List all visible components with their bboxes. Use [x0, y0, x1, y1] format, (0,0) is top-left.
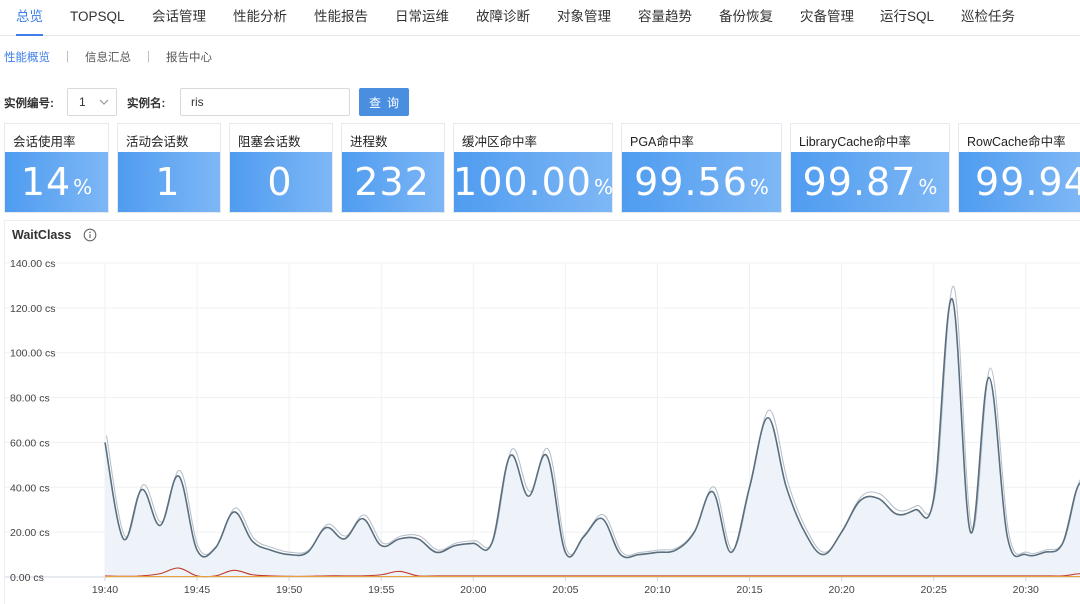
metric-value: 100.00: [454, 160, 592, 204]
y-tick-label: 120.00 cs: [10, 303, 56, 315]
chevron-down-icon: [99, 99, 109, 105]
metric-title: LibraryCache命中率: [799, 135, 911, 149]
metric-value: 0: [267, 160, 293, 204]
sub-navigation: 性能概览 | 信息汇总 | 报告中心: [4, 44, 212, 70]
y-tick-label: 0.00 cs: [10, 572, 44, 584]
metric-title: 阻塞会话数: [238, 135, 301, 149]
tab-object-management[interactable]: 对象管理: [557, 0, 611, 36]
instance-name-input[interactable]: [180, 88, 350, 116]
metric-value: 99.87: [802, 160, 917, 204]
x-tick-label: 19:40: [92, 584, 118, 596]
x-tick-label: 20:15: [736, 584, 762, 596]
tab-inspection-task[interactable]: 巡检任务: [961, 0, 1015, 36]
top-navigation: 总览 TOPSQL 会话管理 性能分析 性能报告 日常运维 故障诊断 对象管理 …: [0, 0, 1080, 36]
tab-session-management[interactable]: 会话管理: [152, 0, 206, 36]
metric-unit: %: [73, 175, 93, 199]
subnav-separator: |: [147, 51, 150, 63]
metric-value-box: 14%: [5, 152, 108, 212]
tab-performance-report[interactable]: 性能报告: [314, 0, 368, 36]
instance-no-select[interactable]: 1: [67, 88, 117, 116]
metric-value-box: 99.94: [959, 152, 1080, 212]
filter-bar: 实例编号: 1 实例名: 查询: [0, 86, 1080, 118]
metric-card-pga-hit: PGA命中率 99.56%: [621, 123, 782, 213]
metric-value: 1: [155, 160, 181, 204]
metric-title: 会话使用率: [13, 135, 76, 149]
y-tick-label: 100.00 cs: [10, 348, 56, 360]
metric-title: 进程数: [350, 135, 388, 149]
metric-value-box: 1: [118, 152, 220, 212]
metric-value: 14: [20, 160, 72, 204]
metric-unit: %: [749, 175, 769, 199]
subtab-performance-overview[interactable]: 性能概览: [4, 49, 50, 65]
tab-capacity-trend[interactable]: 容量趋势: [638, 0, 692, 36]
x-tick-label: 20:00: [460, 584, 486, 596]
x-tick-label: 19:50: [276, 584, 302, 596]
subtab-report-center[interactable]: 报告中心: [166, 49, 212, 65]
y-tick-label: 40.00 cs: [10, 482, 50, 494]
instance-no-value: 1: [79, 95, 86, 109]
waitclass-panel: WaitClass 0.00 cs 20.00 cs 40.00 cs 60.00 c…: [4, 220, 1080, 604]
tab-run-sql[interactable]: 运行SQL: [880, 0, 934, 36]
subnav-separator: |: [66, 51, 69, 63]
instance-no-label: 实例编号:: [4, 98, 54, 110]
y-tick-label: 20.00 cs: [10, 527, 50, 539]
metric-card-active-sessions: 活动会话数 1: [117, 123, 221, 213]
tab-backup-restore[interactable]: 备份恢复: [719, 0, 773, 36]
query-button[interactable]: 查询: [359, 88, 409, 116]
y-tick-label: 80.00 cs: [10, 393, 50, 405]
x-tick-label: 19:45: [184, 584, 210, 596]
metric-value: 99.56: [634, 160, 748, 204]
metric-card-session-usage: 会话使用率 14%: [4, 123, 109, 213]
instance-name-label: 实例名:: [127, 98, 166, 110]
metric-value-box: 99.87%: [791, 152, 949, 212]
waitclass-chart: 0.00 cs 20.00 cs 40.00 cs 60.00 cs 80.00 cs 1…: [5, 258, 1080, 596]
metric-unit: %: [918, 175, 938, 199]
tab-daily-ops[interactable]: 日常运维: [395, 0, 449, 36]
x-tick-label: 20:05: [552, 584, 578, 596]
metric-value-box: 0: [230, 152, 332, 212]
x-tick-label: 20:25: [921, 584, 947, 596]
metric-card-processes: 进程数 232: [341, 123, 445, 213]
subtab-info-summary[interactable]: 信息汇总: [85, 49, 131, 65]
metric-value-box: 232: [342, 152, 444, 212]
metric-value: 99.94: [975, 160, 1080, 204]
metric-title: RowCache命中率: [967, 135, 1066, 149]
y-tick-label: 140.00 cs: [10, 258, 56, 270]
x-tick-label: 20:10: [644, 584, 670, 596]
metric-unit: %: [593, 175, 612, 199]
metric-title: 活动会话数: [126, 135, 189, 149]
metric-card-buffer-hit: 缓冲区命中率 100.00%: [453, 123, 613, 213]
tab-overview[interactable]: 总览: [16, 0, 43, 36]
tab-fault-diagnosis[interactable]: 故障诊断: [476, 0, 530, 36]
metric-title: 缓冲区命中率: [462, 135, 538, 149]
metric-card-rowcache-hit: RowCache命中率 99.94: [958, 123, 1080, 213]
metric-title: PGA命中率: [630, 135, 694, 149]
x-tick-label: 20:20: [828, 584, 854, 596]
y-tick-label: 60.00 cs: [10, 437, 50, 449]
metric-value-box: 99.56%: [622, 152, 781, 212]
metric-value: 232: [354, 160, 430, 204]
metric-card-blocked-sessions: 阻塞会话数 0: [229, 123, 333, 213]
metric-value-box: 100.00%: [454, 152, 612, 212]
metric-card-librarycache-hit: LibraryCache命中率 99.87%: [790, 123, 950, 213]
tab-performance-analysis[interactable]: 性能分析: [233, 0, 287, 36]
x-tick-label: 19:55: [368, 584, 394, 596]
tab-topsql[interactable]: TOPSQL: [70, 0, 125, 36]
x-tick-label: 20:30: [1013, 584, 1039, 596]
tab-dr-management[interactable]: 灾备管理: [800, 0, 854, 36]
